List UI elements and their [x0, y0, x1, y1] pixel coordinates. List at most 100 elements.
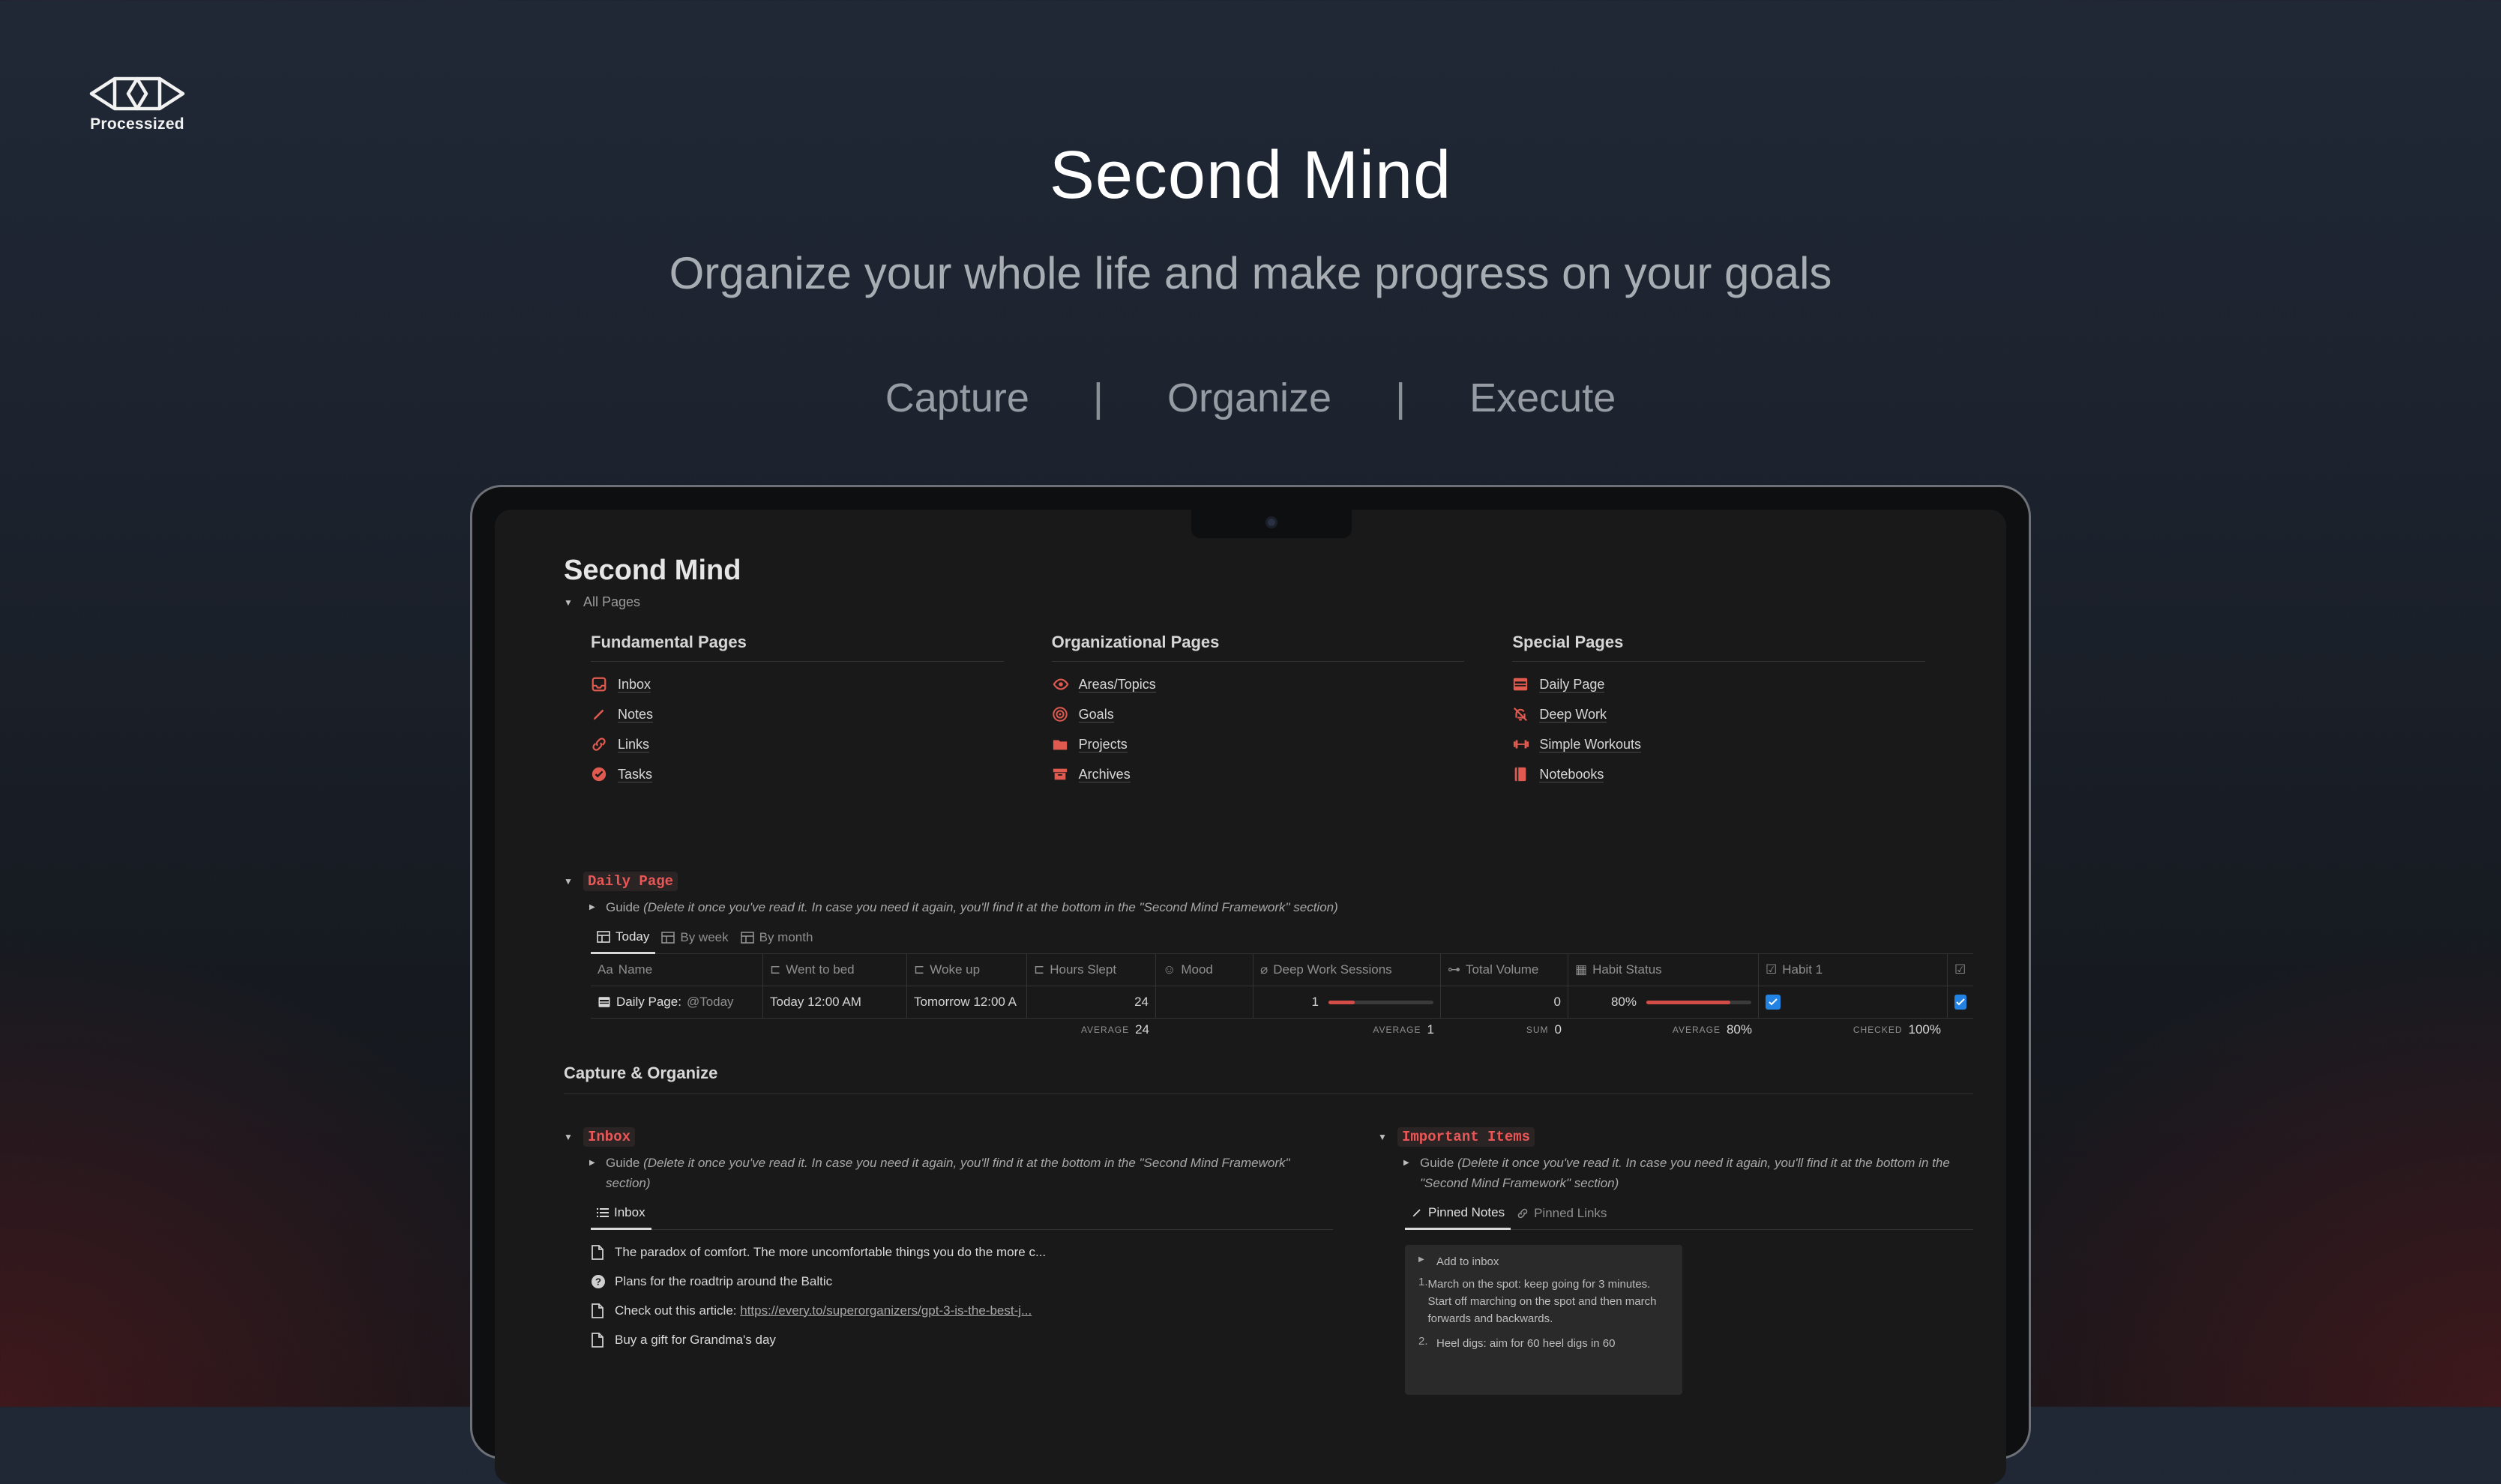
col-name[interactable]: Aa Name — [591, 954, 763, 986]
table-icon — [597, 931, 610, 943]
link-archives[interactable]: Archives — [1052, 759, 1465, 789]
tab-label: Pinned Links — [1534, 1206, 1607, 1220]
cell-deep-work[interactable]: 1 — [1253, 986, 1441, 1018]
guide-label: Guide — [606, 1156, 640, 1170]
list-item[interactable]: Buy a gift for Grandma's day — [591, 1325, 1351, 1354]
nav-execute[interactable]: Execute — [1469, 375, 1616, 421]
cell-habit-1[interactable] — [1759, 986, 1948, 1018]
link-inbox[interactable]: Inbox — [591, 669, 1004, 699]
tab-pinned-links[interactable]: Pinned Links — [1511, 1199, 1613, 1229]
col-hours-slept[interactable]: ⊏ Hours Slept — [1027, 954, 1156, 986]
cell-name[interactable]: Daily Page: @Today — [591, 986, 763, 1018]
calc-total-volume[interactable]: SUM 0 — [1441, 1022, 1568, 1037]
calc-deep-work[interactable]: AVERAGE 1 — [1156, 1022, 1441, 1037]
triangle-right-icon: ▶ — [1418, 1255, 1424, 1264]
col-total-volume[interactable]: ⊶ Total Volume — [1441, 954, 1568, 986]
checkbox-icon: ☑ — [1954, 962, 1966, 977]
link-icon — [1517, 1208, 1528, 1219]
habit-status-progress — [1646, 1000, 1751, 1004]
header-label: Woke up — [930, 962, 981, 977]
capture-organize-heading: Capture & Organize — [564, 1064, 1973, 1094]
guide-toggle[interactable]: ▶ Guide (Delete it once you've read it. … — [1403, 1153, 1973, 1193]
calc-key: SUM — [1526, 1025, 1549, 1035]
guide-toggle[interactable]: ▶ Guide (Delete it once you've read it. … — [589, 1153, 1351, 1193]
link-notes[interactable]: Notes — [591, 699, 1004, 729]
calc-habit-status[interactable]: AVERAGE 80% — [1568, 1022, 1759, 1037]
tab-by-week[interactable]: By week — [655, 923, 734, 953]
header-label: Hours Slept — [1050, 962, 1117, 977]
step-number: 1. — [1418, 1276, 1428, 1288]
header-label: Deep Work Sessions — [1273, 962, 1392, 977]
nav-capture[interactable]: Capture — [885, 375, 1029, 421]
svg-text:?: ? — [595, 1276, 601, 1287]
cell-checkbox[interactable] — [1948, 986, 1973, 1018]
col-mood[interactable]: ☺ Mood — [1156, 954, 1253, 986]
link-label: Notes — [618, 706, 654, 723]
question-circle-icon: ? — [591, 1274, 615, 1289]
archive-icon — [1052, 766, 1079, 782]
checkbox-checked[interactable] — [1954, 995, 1966, 1010]
inbox-toggle[interactable]: ▼ Inbox — [564, 1127, 1351, 1147]
guide-toggle[interactable]: ▶ Guide (Delete it once you've read it. … — [589, 897, 1973, 917]
cell-mood[interactable] — [1156, 986, 1253, 1018]
calc-habit-1[interactable]: CHECKED 100% — [1759, 1022, 1948, 1037]
cell-value: Tomorrow 12:00 A — [914, 995, 1017, 1009]
tab-pinned-notes[interactable]: Pinned Notes — [1405, 1199, 1511, 1230]
link-label: Notebooks — [1539, 766, 1604, 782]
cell-total-volume[interactable]: 0 — [1441, 986, 1568, 1018]
guide-label: Guide — [606, 900, 640, 914]
pinned-note-card[interactable]: ▶ Add to inbox 1. March on the spot: kee… — [1405, 1245, 1682, 1395]
all-pages-toggle[interactable]: ▼ All Pages — [564, 594, 1973, 610]
link-links[interactable]: Links — [591, 729, 1004, 759]
col-checkbox[interactable]: ☑ — [1948, 954, 1973, 986]
add-to-inbox-toggle[interactable]: ▶ Add to inbox — [1418, 1255, 1669, 1268]
col-deep-work-sessions[interactable]: ⌀ Deep Work Sessions — [1253, 954, 1441, 986]
inbox-list: The paradox of comfort. The more uncomfo… — [564, 1237, 1351, 1354]
item-link[interactable]: https://every.to/superorganizers/gpt-3-i… — [740, 1303, 1032, 1318]
calc-value: 0 — [1554, 1022, 1562, 1037]
col-habit-1[interactable]: ☑ Habit 1 — [1759, 954, 1948, 986]
table-row[interactable]: Daily Page: @Today Today 12:00 AM Tomorr… — [591, 986, 1973, 1019]
target-icon — [1052, 706, 1079, 723]
daily-page-section: ▼ Daily Page ▶ Guide (Delete it once you… — [564, 872, 1973, 1041]
tab-today[interactable]: Today — [591, 923, 656, 954]
daily-page-toggle[interactable]: ▼ Daily Page — [564, 872, 1973, 891]
header-label: Habit Status — [1592, 962, 1662, 977]
link-label: Projects — [1078, 736, 1128, 752]
col-woke-up[interactable]: ⊏ Woke up — [907, 954, 1027, 986]
tab-by-month[interactable]: By month — [735, 923, 819, 953]
cell-went-to-bed[interactable]: Today 12:00 AM — [763, 986, 907, 1018]
col-habit-status[interactable]: ▦ Habit Status — [1568, 954, 1759, 986]
link-goals[interactable]: Goals — [1052, 699, 1465, 729]
nav-separator: | — [1395, 375, 1406, 420]
calc-value: 80% — [1726, 1022, 1752, 1037]
link-notebooks[interactable]: Notebooks — [1512, 759, 1925, 789]
link-tasks[interactable]: Tasks — [591, 759, 1004, 789]
link-areas-topics[interactable]: Areas/Topics — [1052, 669, 1465, 699]
link-daily-page[interactable]: Daily Page — [1512, 669, 1925, 699]
link-simple-workouts[interactable]: Simple Workouts — [1512, 729, 1925, 759]
link-label: Tasks — [618, 766, 653, 782]
brand-logo: Processized — [88, 75, 186, 133]
date-mention[interactable]: @Today — [687, 995, 734, 1010]
cell-woke-up[interactable]: Tomorrow 12:00 A — [907, 986, 1027, 1018]
list-item[interactable]: ? Plans for the roadtrip around the Balt… — [591, 1267, 1351, 1296]
list-item[interactable]: Check out this article: https://every.to… — [591, 1296, 1351, 1325]
step-text: March on the spot: keep going for 3 minu… — [1427, 1278, 1657, 1325]
nav-organize[interactable]: Organize — [1167, 375, 1331, 421]
link-deep-work[interactable]: Deep Work — [1512, 699, 1925, 729]
section-title: Daily Page — [583, 872, 678, 891]
numbered-step: 1. March on the spot: keep going for 3 m… — [1418, 1276, 1669, 1327]
col-went-to-bed[interactable]: ⊏ Went to bed — [763, 954, 907, 986]
page-columns: Fundamental Pages Inbox Notes Links Task… — [591, 633, 1973, 789]
checkbox-checked[interactable] — [1766, 995, 1781, 1010]
organizational-pages-column: Organizational Pages Areas/Topics Goals … — [1051, 633, 1465, 789]
calc-hours-slept[interactable]: AVERAGE 24 — [591, 1022, 1156, 1037]
list-item[interactable]: The paradox of comfort. The more uncomfo… — [591, 1237, 1351, 1267]
link-projects[interactable]: Projects — [1052, 729, 1465, 759]
tab-label: Pinned Notes — [1428, 1205, 1505, 1219]
tab-inbox[interactable]: Inbox — [591, 1199, 651, 1230]
cell-habit-status[interactable]: 80% — [1568, 986, 1759, 1018]
cell-hours-slept[interactable]: 24 — [1027, 986, 1156, 1018]
important-items-toggle[interactable]: ▼ Important Items — [1378, 1127, 1973, 1147]
